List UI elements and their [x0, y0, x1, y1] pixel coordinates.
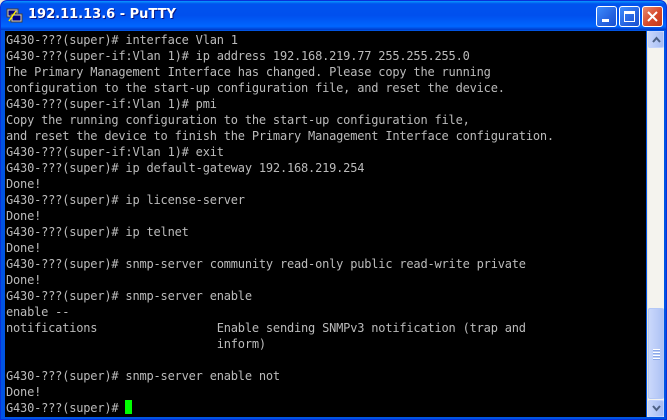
terminal-line: G430-???(super-if:Vlan 1)# ip address 19…	[6, 49, 470, 63]
terminal-output[interactable]: G430-???(super)# interface Vlan 1 G430-?…	[5, 31, 646, 417]
putty-icon[interactable]	[6, 7, 23, 24]
scroll-down-button[interactable]	[648, 400, 664, 417]
scroll-grip-line	[653, 352, 660, 354]
terminal-line: G430-???(super)# ip telnet	[6, 225, 189, 239]
terminal-line: G430-???(super)# ip license-server	[6, 193, 245, 207]
scroll-down-arrow-icon	[652, 405, 661, 412]
terminal-line: Done!	[6, 209, 42, 223]
terminal-prompt: G430-???(super)#	[6, 401, 126, 415]
minimize-icon	[602, 19, 609, 22]
minimize-button[interactable]	[596, 6, 617, 27]
terminal-line: G430-???(super-if:Vlan 1)# pmi	[6, 97, 217, 111]
title-bar[interactable]: 192.11.13.6 - PuTTY	[1, 1, 666, 30]
scroll-grip-line	[653, 355, 660, 357]
terminal-line: configuration to the start-up configurat…	[6, 81, 505, 95]
terminal-line: The Primary Management Interface has cha…	[6, 65, 491, 79]
terminal-lines: G430-???(super)# interface Vlan 1 G430-?…	[6, 32, 554, 416]
terminal-line: G430-???(super)# snmp-server enable not	[6, 369, 280, 383]
terminal-line: enable --	[6, 305, 70, 319]
terminal-line: G430-???(super-if:Vlan 1)# exit	[6, 145, 224, 159]
terminal-line: and reset the device to finish the Prima…	[6, 129, 554, 143]
close-icon	[647, 11, 658, 22]
terminal-line: Done!	[6, 177, 42, 191]
scroll-up-arrow-icon	[652, 36, 661, 43]
close-button[interactable]	[642, 6, 663, 27]
scroll-grip-line	[653, 349, 660, 351]
scroll-grip-line	[653, 358, 660, 360]
terminal-line: Done!	[6, 385, 42, 399]
scroll-thumb[interactable]	[648, 308, 664, 399]
terminal-line: G430-???(super)# snmp-server enable	[6, 289, 252, 303]
terminal-line: Done!	[6, 241, 42, 255]
maximize-icon	[624, 11, 635, 22]
terminal-prompt-line[interactable]: G430-???(super)#	[6, 400, 554, 416]
terminal-line: Done!	[6, 273, 42, 287]
putty-window: 192.11.13.6 - PuTTY G430-???(super)# int…	[0, 0, 667, 420]
terminal-line: Copy the running configuration to the st…	[6, 113, 470, 127]
terminal-line: G430-???(super)# snmp-server community r…	[6, 257, 526, 271]
terminal-line: notifications Enable sending SNMPv3 noti…	[6, 321, 526, 335]
terminal-line: G430-???(super)# ip default-gateway 192.…	[6, 161, 365, 175]
vertical-scrollbar[interactable]	[647, 31, 664, 417]
maximize-button[interactable]	[619, 6, 640, 27]
terminal-line: G430-???(super)# interface Vlan 1	[6, 33, 238, 47]
window-title: 192.11.13.6 - PuTTY	[28, 7, 176, 22]
text-cursor	[125, 400, 133, 414]
terminal-line: inform)	[6, 337, 266, 351]
scroll-up-button[interactable]	[648, 31, 664, 48]
